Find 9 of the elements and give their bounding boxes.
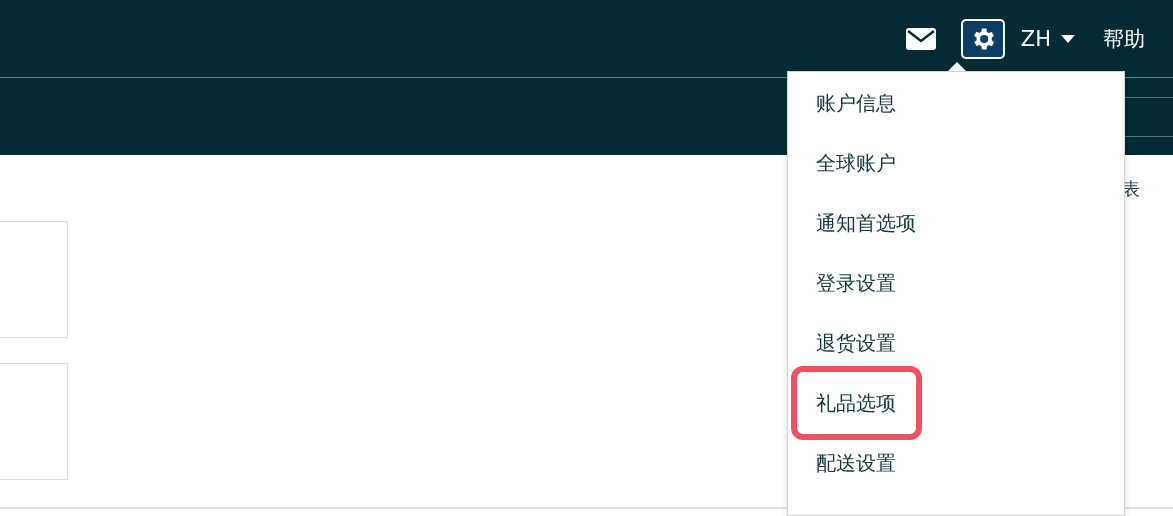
menu-item[interactable]: 全球账户 (788, 133, 1124, 193)
settings-button[interactable] (960, 18, 1005, 59)
menu-item[interactable]: 账户信息 (788, 73, 1124, 133)
menu-item[interactable]: 礼品选项 (791, 366, 922, 440)
menu-item[interactable]: 登录设置 (788, 253, 1124, 313)
caret-icon (1061, 34, 1075, 43)
menu-item[interactable]: 通知首选项 (788, 193, 1124, 253)
help-link[interactable]: 帮助 (1103, 24, 1145, 53)
language-dropdown[interactable]: ZH (1020, 26, 1075, 51)
